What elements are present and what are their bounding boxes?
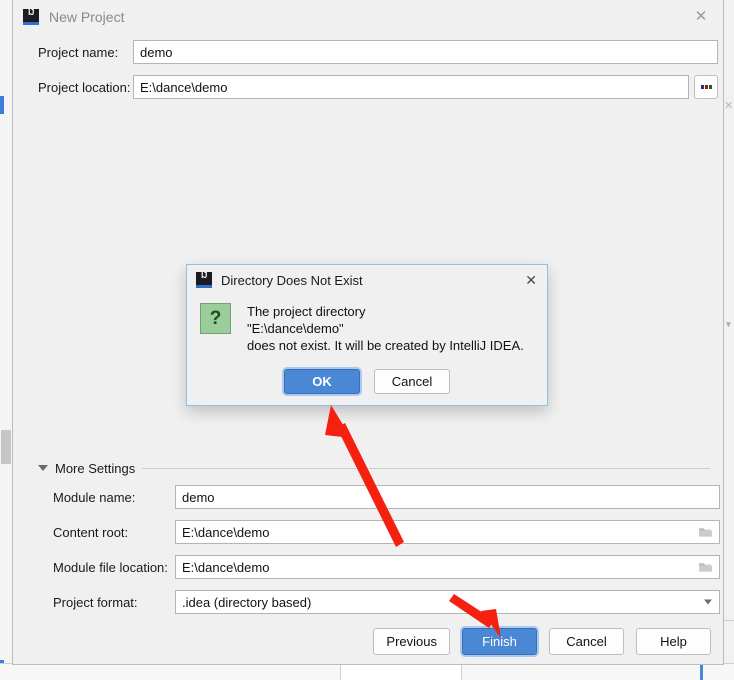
wizard-title: New Project	[49, 8, 125, 25]
modal-close-icon[interactable]: ✕	[525, 273, 537, 287]
wizard-close-icon[interactable]: ✕	[679, 0, 723, 31]
project-location-label: Project location:	[38, 79, 131, 95]
ellipsis-dot-3	[708, 85, 712, 89]
help-button[interactable]: Help	[636, 628, 711, 655]
finish-button[interactable]: Finish	[462, 628, 537, 655]
more-settings-header[interactable]: More Settings	[38, 458, 710, 478]
chevron-down-icon[interactable]	[704, 599, 712, 605]
intellij-idea-icon	[23, 8, 39, 25]
ellipsis-dot-1	[700, 85, 704, 89]
project-name-label: Project name:	[38, 44, 119, 60]
project-format-select[interactable]: .idea (directory based)	[175, 590, 720, 614]
wizard-titlebar: New Project ✕	[13, 0, 723, 33]
ide-background-divider	[724, 620, 734, 621]
ide-background-bottom-panel	[340, 664, 462, 680]
modal-title: Directory Does Not Exist	[221, 272, 363, 288]
ide-background-scrollbar-thumb[interactable]	[1, 430, 11, 464]
question-icon: ?	[200, 303, 231, 334]
ide-background-bottom-accent	[700, 664, 703, 680]
folder-icon[interactable]	[698, 561, 713, 573]
chevron-down-icon	[38, 465, 48, 471]
modal-message-line-2: "E:\dance\demo"	[247, 321, 344, 336]
background-close-icon[interactable]: ✕	[724, 100, 733, 112]
module-file-location-row: Module file location: E:\dance\demo	[53, 555, 720, 579]
content-root-input[interactable]: E:\dance\demo	[175, 520, 720, 544]
content-root-label: Content root:	[53, 524, 129, 540]
more-settings-label: More Settings	[55, 460, 136, 476]
modal-cancel-button[interactable]: Cancel	[374, 369, 450, 394]
modal-message-line-1: The project directory	[247, 304, 366, 319]
ok-button[interactable]: OK	[284, 369, 360, 394]
project-location-row: Project location: E:\dance\demo	[38, 75, 718, 99]
cancel-button[interactable]: Cancel	[549, 628, 624, 655]
modal-titlebar: Directory Does Not Exist ✕	[187, 265, 547, 295]
project-location-input[interactable]: E:\dance\demo	[133, 75, 689, 99]
module-name-input[interactable]: demo	[175, 485, 720, 509]
module-name-label: Module name:	[53, 489, 136, 505]
directory-does-not-exist-dialog: Directory Does Not Exist ✕ ? The project…	[186, 264, 548, 406]
ide-background-left-accent	[0, 96, 4, 114]
project-name-input[interactable]: demo	[133, 40, 718, 64]
wizard-button-row: Previous Finish Cancel Help	[13, 628, 725, 655]
folder-icon[interactable]	[698, 526, 713, 538]
module-file-location-label: Module file location:	[53, 559, 168, 575]
project-location-browse-button[interactable]	[694, 75, 718, 99]
ellipsis-dot-2	[704, 85, 708, 89]
modal-body: ? The project directory "E:\dance\demo" …	[187, 295, 547, 354]
previous-button[interactable]: Previous	[373, 628, 450, 655]
more-settings-separator	[142, 467, 710, 469]
intellij-idea-icon	[196, 271, 212, 288]
module-name-row: Module name: demo	[53, 485, 720, 509]
modal-message-line-3: does not exist. It will be created by In…	[247, 338, 524, 353]
modal-button-row: OK Cancel	[187, 369, 547, 394]
background-chevron-down-icon[interactable]: ▼	[724, 320, 733, 330]
project-format-row: Project format: .idea (directory based)	[53, 590, 720, 614]
content-root-row: Content root: E:\dance\demo	[53, 520, 720, 544]
module-file-location-input[interactable]: E:\dance\demo	[175, 555, 720, 579]
project-format-label: Project format:	[53, 594, 138, 610]
project-name-row: Project name: demo	[38, 40, 718, 64]
modal-message: The project directory "E:\dance\demo" do…	[247, 303, 524, 354]
